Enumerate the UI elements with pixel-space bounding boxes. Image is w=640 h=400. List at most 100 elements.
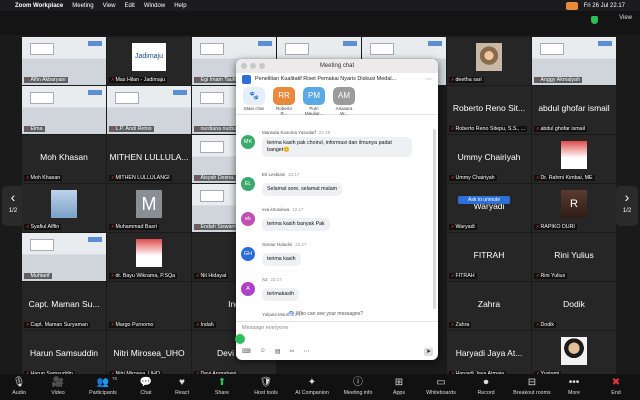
participant-tile[interactable]: FITRAH FITRAH <box>447 233 531 281</box>
tab-avatar: RR <box>273 87 295 105</box>
ai-companion-button[interactable]: ✦ AI Companion <box>288 374 336 400</box>
whiteboards-button[interactable]: ▭ Whiteboards <box>418 374 464 400</box>
participant-name-label: RAPIKO DURI <box>534 224 577 230</box>
tab-main-chat[interactable]: 🐾 Main chat <box>242 87 266 112</box>
chat-message-list[interactable]: MK Marwata Kusuma Yasodarf 22.16 terima kas… <box>236 127 438 317</box>
message-header: A2 22.17 <box>262 274 438 282</box>
message-bubble: Selamat sore, selamat malam <box>262 183 343 196</box>
participant-tile[interactable]: Rini Yulius Rini Yulius <box>532 233 616 281</box>
end-button[interactable]: ✖ End <box>592 374 640 400</box>
participant-tile[interactable]: abdul ghofar ismail abdul ghofar ismail <box>532 86 616 134</box>
emoji-icon[interactable]: ☺ <box>260 348 266 355</box>
participant-tile[interactable]: Yustami <box>532 331 616 379</box>
participant-tile[interactable]: R RAPIKO DURI <box>532 184 616 232</box>
participant-tile[interactable]: Capt. Maman Su... Capt. Maman Suryaman <box>22 282 106 330</box>
menu-help[interactable]: Help <box>174 3 186 9</box>
participants-button[interactable]: 👥 78 Participants <box>78 374 128 400</box>
participant-display-name: Zahra <box>477 299 501 309</box>
clock[interactable]: Fri 26 Jul 22.17 <box>584 3 625 9</box>
chat-message[interactable]: ek eva knusiewa 22.17 terima kasih banyak P… <box>236 204 438 239</box>
participant-avatar <box>136 239 162 267</box>
message-time: 22.17 <box>270 277 282 282</box>
apps-button[interactable]: ⊞ Apps <box>380 374 418 400</box>
menu-edit[interactable]: Edit <box>125 3 135 9</box>
ai-companion-chat-icon[interactable] <box>235 334 245 344</box>
host-tools-button[interactable]: 🛡 Host tools <box>244 374 288 400</box>
tab-ariasara[interactable]: AM Ariasara W... <box>332 87 356 116</box>
chat-scrollbar[interactable] <box>433 129 436 309</box>
zoom-window-icon[interactable] <box>259 63 265 69</box>
participant-tile[interactable]: Margo Purnomo <box>107 282 191 330</box>
participant-tile[interactable]: Harun SamsuddinHarun Samsuddin <box>22 331 106 379</box>
participant-tile[interactable]: dr. Bayu Wikrama, P.SQa <box>107 233 191 281</box>
chat-message[interactable]: EL Eti Lesbiani 22.17 Selamat sore, selamat… <box>236 169 438 204</box>
tab-putri[interactable]: PM Putri Mauliar... <box>302 87 326 116</box>
share-button[interactable]: ⬆ Share <box>200 374 244 400</box>
ask-to-unmute-button[interactable]: Ask to unmute <box>458 196 510 204</box>
chat-titlebar[interactable]: Meeting chat <box>236 59 438 73</box>
prev-page-button[interactable]: ‹ 1/2 <box>2 186 24 226</box>
close-window-icon[interactable] <box>241 63 247 69</box>
participant-avatar: M <box>136 190 162 218</box>
video-button[interactable]: 🎥 Video <box>38 374 78 400</box>
end-icon: ✖ <box>611 377 621 388</box>
format-icon[interactable]: ⌨ <box>242 348 251 355</box>
send-icon[interactable]: ➤ <box>424 348 433 356</box>
more-compose-icon[interactable]: ⋯ <box>304 348 310 355</box>
chat-compose-area[interactable]: Message everyone ⌨ ☺ ▤ ✂ ⋯ ➤ <box>236 321 438 360</box>
participant-tile[interactable]: Haryadi Jaya At...Haryadi Jaya Atmaja <box>447 331 531 379</box>
channel-menu-icon[interactable]: ⋯ <box>426 76 432 83</box>
participant-tile[interactable]: Syafiul Alffin <box>22 184 106 232</box>
file-icon[interactable]: ▤ <box>275 348 281 355</box>
more-icon: ••• <box>568 377 580 388</box>
recording-indicator-icon[interactable] <box>565 1 578 10</box>
who-can-see-link[interactable]: 👁 Who can see your messages? <box>236 309 438 319</box>
ai-companion-icon: ✦ <box>307 377 317 388</box>
participant-tile[interactable]: Zahra Zahra <box>447 282 531 330</box>
participant-tile[interactable]: WaryadiWaryadi <box>447 184 531 232</box>
participant-tile[interactable]: deetha sari <box>447 37 531 85</box>
participant-tile[interactable]: Jadimaju Mas Hilan - Jadimaju <box>107 37 191 85</box>
participant-tile[interactable]: Elma <box>22 86 106 134</box>
react-button[interactable]: ♥ React <box>164 374 200 400</box>
participant-tile[interactable]: Dr. Rahmi Kimbai, ME <box>532 135 616 183</box>
participant-tile[interactable]: M Muhammad Basri <box>107 184 191 232</box>
info-button[interactable]: ⓘ Meeting info <box>336 374 380 400</box>
breakout-rooms-button[interactable]: ⊟ Breakout rooms <box>508 374 556 400</box>
record-button[interactable]: ⏺ Record <box>464 374 508 400</box>
menu-meeting[interactable]: Meeting <box>72 3 93 9</box>
chat-message[interactable]: A A2 22.17 terimakasih <box>236 274 438 309</box>
more-button[interactable]: ••• More <box>556 374 592 400</box>
participant-tile[interactable]: Alfin Akbaryani <box>22 37 106 85</box>
participant-tile[interactable]: MITHEN LULLULA... MITHEN LULLULANGI <box>107 135 191 183</box>
participant-tile[interactable]: Dodik Dodik <box>532 282 616 330</box>
message-input[interactable]: Message everyone <box>236 322 438 334</box>
tab-roberto[interactable]: RR Roberto R... <box>272 87 296 116</box>
chat-button[interactable]: 💬 1 Chat <box>128 374 164 400</box>
view-button[interactable]: View <box>619 15 632 21</box>
screenshot-icon[interactable]: ✂ <box>289 348 294 355</box>
microphone-button[interactable]: 🎙 Audio <box>0 374 38 400</box>
security-shield-icon[interactable] <box>591 16 598 24</box>
minimize-window-icon[interactable] <box>250 63 256 69</box>
participant-tile[interactable]: Roberto Reno Sit... Roberto Reno Sitepu, … <box>447 86 531 134</box>
menu-window[interactable]: Window <box>144 3 165 9</box>
message-bubble: terimakasih <box>262 288 300 301</box>
toolbar-label: React <box>175 390 189 396</box>
participant-tile[interactable]: L.P. Andi Retno <box>107 86 191 134</box>
participant-tile[interactable]: Muhtarif <box>22 233 106 281</box>
menu-app-name[interactable]: Zoom Workplace <box>15 3 63 9</box>
participant-display-name: Rini Yulius <box>554 250 594 260</box>
sender-name: Gentur Haludin <box>262 242 293 247</box>
chat-message[interactable]: GH Gentur Haludin 22.17 terima kasih <box>236 239 438 274</box>
participant-tile[interactable]: Ummy Chairiyah Ummy Chairiyah <box>447 135 531 183</box>
participant-tile[interactable]: Anggy Akmalyah <box>532 37 616 85</box>
tab-label: Putri Mauliar... <box>304 106 324 116</box>
participant-tile[interactable]: Nitri Mirosea_UHONitri Mirosea_UHO <box>107 331 191 379</box>
chat-channel-row[interactable]: Penelitian Kualitatif Riset Pemakai Nyar… <box>236 73 438 85</box>
participant-tile[interactable]: Moh Khasan Moh Khasan <box>22 135 106 183</box>
menu-view[interactable]: View <box>103 3 116 9</box>
next-page-button[interactable]: › 1/2 <box>616 186 638 226</box>
chat-message[interactable]: MK Marwata Kusuma Yasodarf 22.16 terima kas… <box>236 127 438 169</box>
participant-name-label: Dr. Rahmi Kimbai, ME <box>534 175 595 181</box>
